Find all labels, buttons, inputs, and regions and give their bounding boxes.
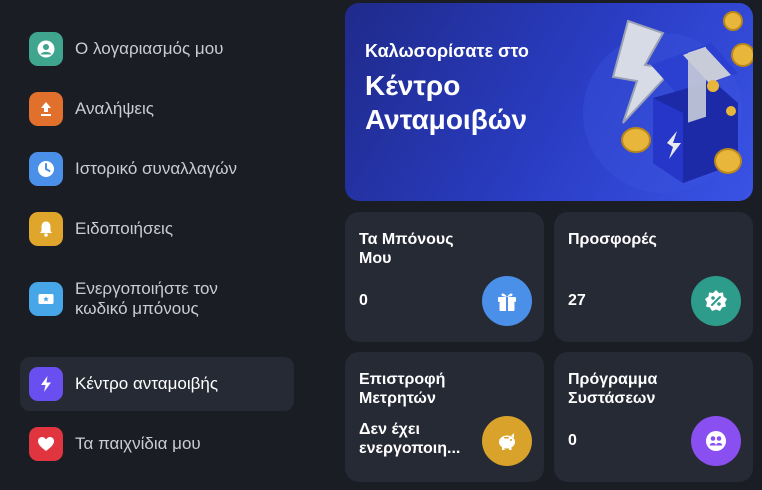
banner-title-line: Ανταμοιβών bbox=[365, 104, 528, 135]
bell-icon bbox=[29, 212, 63, 246]
gift-icon bbox=[482, 276, 532, 326]
card-value: 27 bbox=[568, 292, 586, 309]
sidebar-item-transaction-history[interactable]: Ιστορικό συναλλαγών bbox=[20, 142, 294, 196]
sidebar-item-label: Τα παιχνίδια μου bbox=[75, 434, 201, 453]
sidebar-item-rewards-center[interactable]: Κέντρο ανταμοιβής bbox=[20, 357, 294, 411]
card-title: Επιστροφή Μετρητών bbox=[359, 370, 489, 408]
sidebar-item-label: Κέντρο ανταμοιβής bbox=[75, 374, 219, 393]
upload-icon bbox=[29, 92, 63, 126]
sidebar-item-label: Ενεργοποιήστε τον κωδικό μπόνους bbox=[75, 279, 218, 319]
sidebar-item-label: Αναλήψεις bbox=[75, 99, 154, 118]
card-title: Τα Μπόνους Μου bbox=[359, 231, 454, 267]
clock-icon bbox=[29, 152, 63, 186]
card-referral-program[interactable]: Πρόγραμμα Συστάσεων 0 bbox=[554, 352, 753, 482]
card-title: Πρόγραμμα Συστάσεων bbox=[568, 370, 698, 408]
piggy-bank-icon bbox=[482, 416, 532, 466]
card-value: Δεν έχει ενεργοποιη... bbox=[359, 420, 479, 458]
sidebar-item-notifications[interactable]: Ειδοποιήσεις bbox=[20, 202, 294, 256]
card-value: 0 bbox=[359, 292, 368, 309]
heart-icon bbox=[29, 427, 63, 461]
ticket-icon bbox=[29, 282, 63, 316]
card-title-line: Επιστροφή bbox=[359, 371, 446, 388]
percent-badge-icon bbox=[691, 276, 741, 326]
sidebar-item-label: Ιστορικό συναλλαγών bbox=[75, 159, 238, 178]
card-title-line: Μετρητών bbox=[359, 390, 436, 407]
card-title: Προσφορές bbox=[568, 231, 657, 248]
user-icon bbox=[29, 32, 63, 66]
sidebar-item-activate-bonus-code[interactable]: Ενεργοποιήστε τον κωδικό μπόνους bbox=[20, 272, 294, 326]
banner-subtitle: Καλωσορίσατε στο bbox=[365, 41, 529, 61]
referral-icon bbox=[691, 416, 741, 466]
sidebar-item-label-line: Ενεργοποιήστε τον bbox=[75, 279, 218, 298]
sidebar-item-my-games[interactable]: Τα παιχνίδια μου bbox=[20, 417, 294, 471]
card-cashback[interactable]: Επιστροφή Μετρητών Δεν έχει ενεργοποιη..… bbox=[345, 352, 544, 482]
banner-title-line: Κέντρο bbox=[365, 70, 461, 101]
sidebar: Ο λογαριασμός μου Αναλήψεις Ιστορικό συν… bbox=[0, 0, 310, 490]
card-title-line: Συστάσεων bbox=[568, 390, 656, 407]
lightning-icon bbox=[29, 367, 63, 401]
card-title-line: Πρόγραμμα bbox=[568, 371, 658, 388]
sidebar-item-account[interactable]: Ο λογαριασμός μου bbox=[20, 22, 294, 76]
gift-box-illustration-icon bbox=[583, 11, 753, 193]
sidebar-item-withdrawals[interactable]: Αναλήψεις bbox=[20, 82, 294, 136]
sidebar-item-label-line: κωδικό μπόνους bbox=[75, 299, 199, 318]
rewards-center-banner: Καλωσορίσατε στο Κέντρο Ανταμοιβών bbox=[345, 3, 753, 201]
card-value: 0 bbox=[568, 432, 577, 449]
card-value-line: Δεν έχει bbox=[359, 421, 420, 438]
card-my-bonuses[interactable]: Τα Μπόνους Μου 0 bbox=[345, 212, 544, 342]
card-value-line: ενεργοποιη... bbox=[359, 440, 461, 457]
card-offers[interactable]: Προσφορές 27 bbox=[554, 212, 753, 342]
sidebar-item-label: Ειδοποιήσεις bbox=[75, 219, 174, 238]
sidebar-item-label: Ο λογαριασμός μου bbox=[75, 39, 224, 58]
